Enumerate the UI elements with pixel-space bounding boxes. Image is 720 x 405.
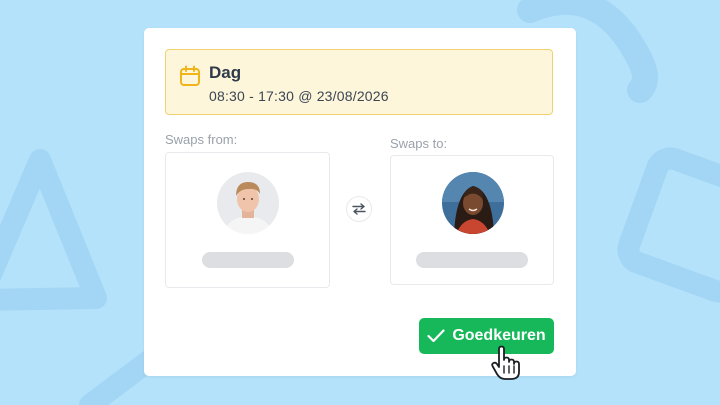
swap-arrows-icon [346,196,372,222]
swaps-to-label: Swaps to: [390,136,448,151]
shift-swap-card: Dag 08:30 - 17:30 @ 23/08/2026 Swaps fro… [144,28,576,376]
swaps-from-label: Swaps from: [165,132,238,147]
calendar-icon [180,65,200,86]
approve-button[interactable]: Goedkeuren [419,318,554,354]
swap-from-person[interactable] [165,152,330,288]
checkmark-icon [427,329,445,343]
name-placeholder-bar [416,252,528,268]
approve-label: Goedkeuren [452,327,546,344]
hand-pointer-cursor-icon [491,345,520,380]
avatar [217,172,279,234]
shift-info: Dag 08:30 - 17:30 @ 23/08/2026 [165,49,553,115]
name-placeholder-bar [202,252,294,268]
shift-title: Dag [209,63,242,82]
swap-to-person[interactable] [390,155,554,285]
shift-time: 08:30 - 17:30 @ 23/08/2026 [209,88,389,104]
avatar [442,172,504,234]
